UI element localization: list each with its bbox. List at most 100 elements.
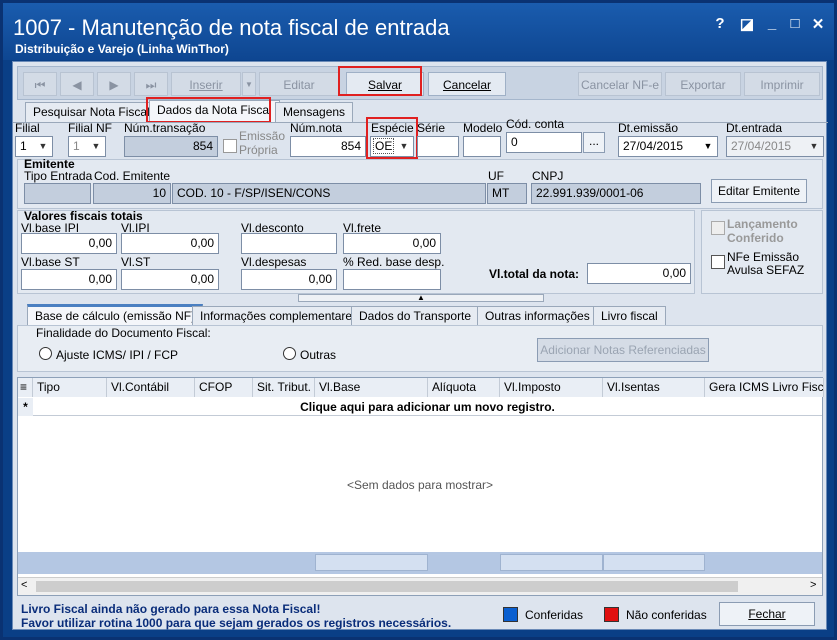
uf-field[interactable]: MT: [487, 183, 527, 204]
numnota-field[interactable]: 854: [290, 136, 366, 157]
subtab-info[interactable]: Informações complementares: [192, 306, 367, 326]
desconto-field[interactable]: [241, 233, 337, 254]
last-record-button[interactable]: ⏭: [134, 72, 168, 96]
dtentrada-field[interactable]: 27/04/2015 ▼: [726, 136, 824, 157]
cancelar-button[interactable]: Cancelar: [428, 72, 506, 96]
column-header[interactable]: CFOP: [195, 378, 253, 397]
despesas-label: Vl.despesas: [241, 255, 307, 269]
subtab-transporte[interactable]: Dados do Transporte: [351, 306, 480, 326]
salvar-button[interactable]: Salvar: [346, 72, 424, 96]
codconta-lookup-button[interactable]: ...: [583, 132, 605, 153]
filialnf-select[interactable]: 1 ▼: [68, 136, 106, 157]
title-bar[interactable]: 1007 - Manutenção de nota fiscal de entr…: [3, 3, 834, 60]
base-ipi-field[interactable]: 0,00: [21, 233, 117, 254]
exportar-button[interactable]: Exportar: [665, 72, 741, 96]
modelo-label: Modelo: [463, 121, 503, 135]
summary-cell: [315, 554, 428, 571]
base-st-field[interactable]: 0,00: [21, 269, 117, 290]
window-subtitle: Distribuição e Varejo (Linha WinThor): [15, 42, 229, 56]
cancelar-label: Cancelar: [442, 78, 492, 92]
serie-field[interactable]: [417, 136, 459, 157]
emitente-nome-field[interactable]: COD. 10 - F/SP/ISEN/CONS: [172, 183, 486, 204]
main-window: 1007 - Manutenção de nota fiscal de entr…: [0, 0, 837, 640]
subtab-outras[interactable]: Outras informações: [477, 306, 598, 326]
editar-emitente-button[interactable]: Editar Emitente: [711, 179, 807, 203]
column-header[interactable]: Vl.Isentas: [603, 378, 705, 397]
adicionar-notas-button[interactable]: Adicionar Notas Referenciadas: [537, 338, 709, 362]
chevron-down-icon: ▼: [91, 141, 101, 151]
help-icon[interactable]: ?: [709, 15, 731, 32]
nao-conferidas-legend-swatch: [604, 607, 619, 622]
grid-menu-icon[interactable]: ≡: [18, 378, 33, 397]
prev-record-button[interactable]: ◀: [60, 72, 94, 96]
outras-label: Outras: [300, 348, 337, 362]
frete-field[interactable]: 0,00: [343, 233, 441, 254]
tipo-entrada-field[interactable]: [24, 183, 91, 204]
toolbar: ⏮ ◀ ▶ ⏭ Inserir ▼ Editar Salvar Cancelar…: [17, 66, 823, 100]
fechar-button[interactable]: Fechar: [719, 602, 815, 626]
column-header[interactable]: Tipo: [33, 378, 107, 397]
maximize-icon[interactable]: □: [784, 15, 806, 32]
next-record-button[interactable]: ▶: [97, 72, 131, 96]
total-field[interactable]: 0,00: [587, 263, 691, 284]
st-field[interactable]: 0,00: [121, 269, 219, 290]
summary-row: [18, 552, 822, 574]
cod-emitente-label: Cod. Emitente: [94, 169, 171, 183]
subtab-base[interactable]: Base de cálculo (emissão NF): [27, 304, 204, 326]
especie-value: OE: [373, 138, 395, 154]
scroll-thumb[interactable]: [36, 581, 738, 592]
especie-label: Espécie: [371, 121, 414, 135]
column-header[interactable]: Alíquota: [428, 378, 500, 397]
cnpj-field[interactable]: 22.991.939/0001-06: [531, 183, 701, 204]
outras-radio[interactable]: [283, 347, 296, 360]
red-base-field[interactable]: [343, 269, 441, 290]
nfe-avulsa-checkbox[interactable]: [711, 255, 725, 269]
inserir-button[interactable]: Inserir: [171, 72, 241, 96]
cancelar-nfe-button[interactable]: Cancelar NF-e: [578, 72, 662, 96]
especie-select[interactable]: OE ▼: [370, 136, 414, 157]
despesas-field[interactable]: 0,00: [241, 269, 337, 290]
cnpj-label: CNPJ: [532, 169, 564, 183]
ajuste-radio[interactable]: [39, 347, 52, 360]
lancamento-label: Lançamento: [727, 217, 798, 231]
cod-emitente-field[interactable]: 10: [93, 183, 171, 204]
editar-button[interactable]: Editar: [259, 72, 339, 96]
tab-pesquisar[interactable]: Pesquisar Nota Fiscal: [25, 102, 158, 122]
splitter-handle[interactable]: ▲: [298, 294, 544, 302]
scroll-left-icon[interactable]: <: [21, 579, 27, 591]
lancamento-checkbox[interactable]: [711, 221, 725, 235]
close-icon[interactable]: ✕: [807, 15, 829, 33]
minimize-icon[interactable]: _: [761, 15, 783, 32]
new-row[interactable]: Clique aqui para adicionar um novo regis…: [33, 398, 822, 416]
column-header[interactable]: Vl.Imposto: [500, 378, 603, 397]
conferidas-legend-swatch: [503, 607, 518, 622]
tab-mensagens[interactable]: Mensagens: [275, 102, 354, 122]
horizontal-scrollbar[interactable]: < >: [18, 577, 822, 595]
restore-icon[interactable]: ◪: [736, 15, 758, 33]
emissao-propria-label: Emissão: [239, 129, 286, 143]
imprimir-button[interactable]: Imprimir: [744, 72, 820, 96]
ipi-field[interactable]: 0,00: [121, 233, 219, 254]
emissao-propria-checkbox[interactable]: [223, 139, 237, 153]
codconta-field[interactable]: 0: [506, 132, 582, 153]
inserir-dropdown-icon[interactable]: ▼: [242, 72, 256, 96]
column-header[interactable]: Vl.Base: [315, 378, 428, 397]
scroll-right-icon[interactable]: >: [810, 579, 816, 591]
dtemissao-field[interactable]: 27/04/2015 ▼: [618, 136, 718, 157]
column-header[interactable]: Gera ICMS Livro Fiscal: [705, 378, 824, 397]
column-header[interactable]: Sit. Tribut.: [253, 378, 315, 397]
nfe-emissao-label: NFe Emissão: [727, 250, 800, 264]
finalidade-label: Finalidade do Documento Fiscal:: [36, 326, 211, 340]
subtab-livro[interactable]: Livro fiscal: [593, 306, 666, 326]
column-header[interactable]: Vl.Contábil: [107, 378, 195, 397]
first-record-button[interactable]: ⏮: [23, 72, 57, 96]
avulsa-sefaz-label: Avulsa SEFAZ: [727, 263, 805, 277]
filial-select[interactable]: 1 ▼: [15, 136, 53, 157]
calendar-dropdown-icon: ▼: [809, 141, 819, 151]
dtemissao-label: Dt.emissão: [618, 121, 679, 135]
tab-dados[interactable]: Dados da Nota Fiscal: [149, 100, 280, 122]
dtentrada-label: Dt.entrada: [726, 121, 783, 135]
conferido-label: Conferido: [727, 231, 784, 245]
modelo-field[interactable]: [463, 136, 501, 157]
numtransacao-field[interactable]: 854: [124, 136, 218, 157]
